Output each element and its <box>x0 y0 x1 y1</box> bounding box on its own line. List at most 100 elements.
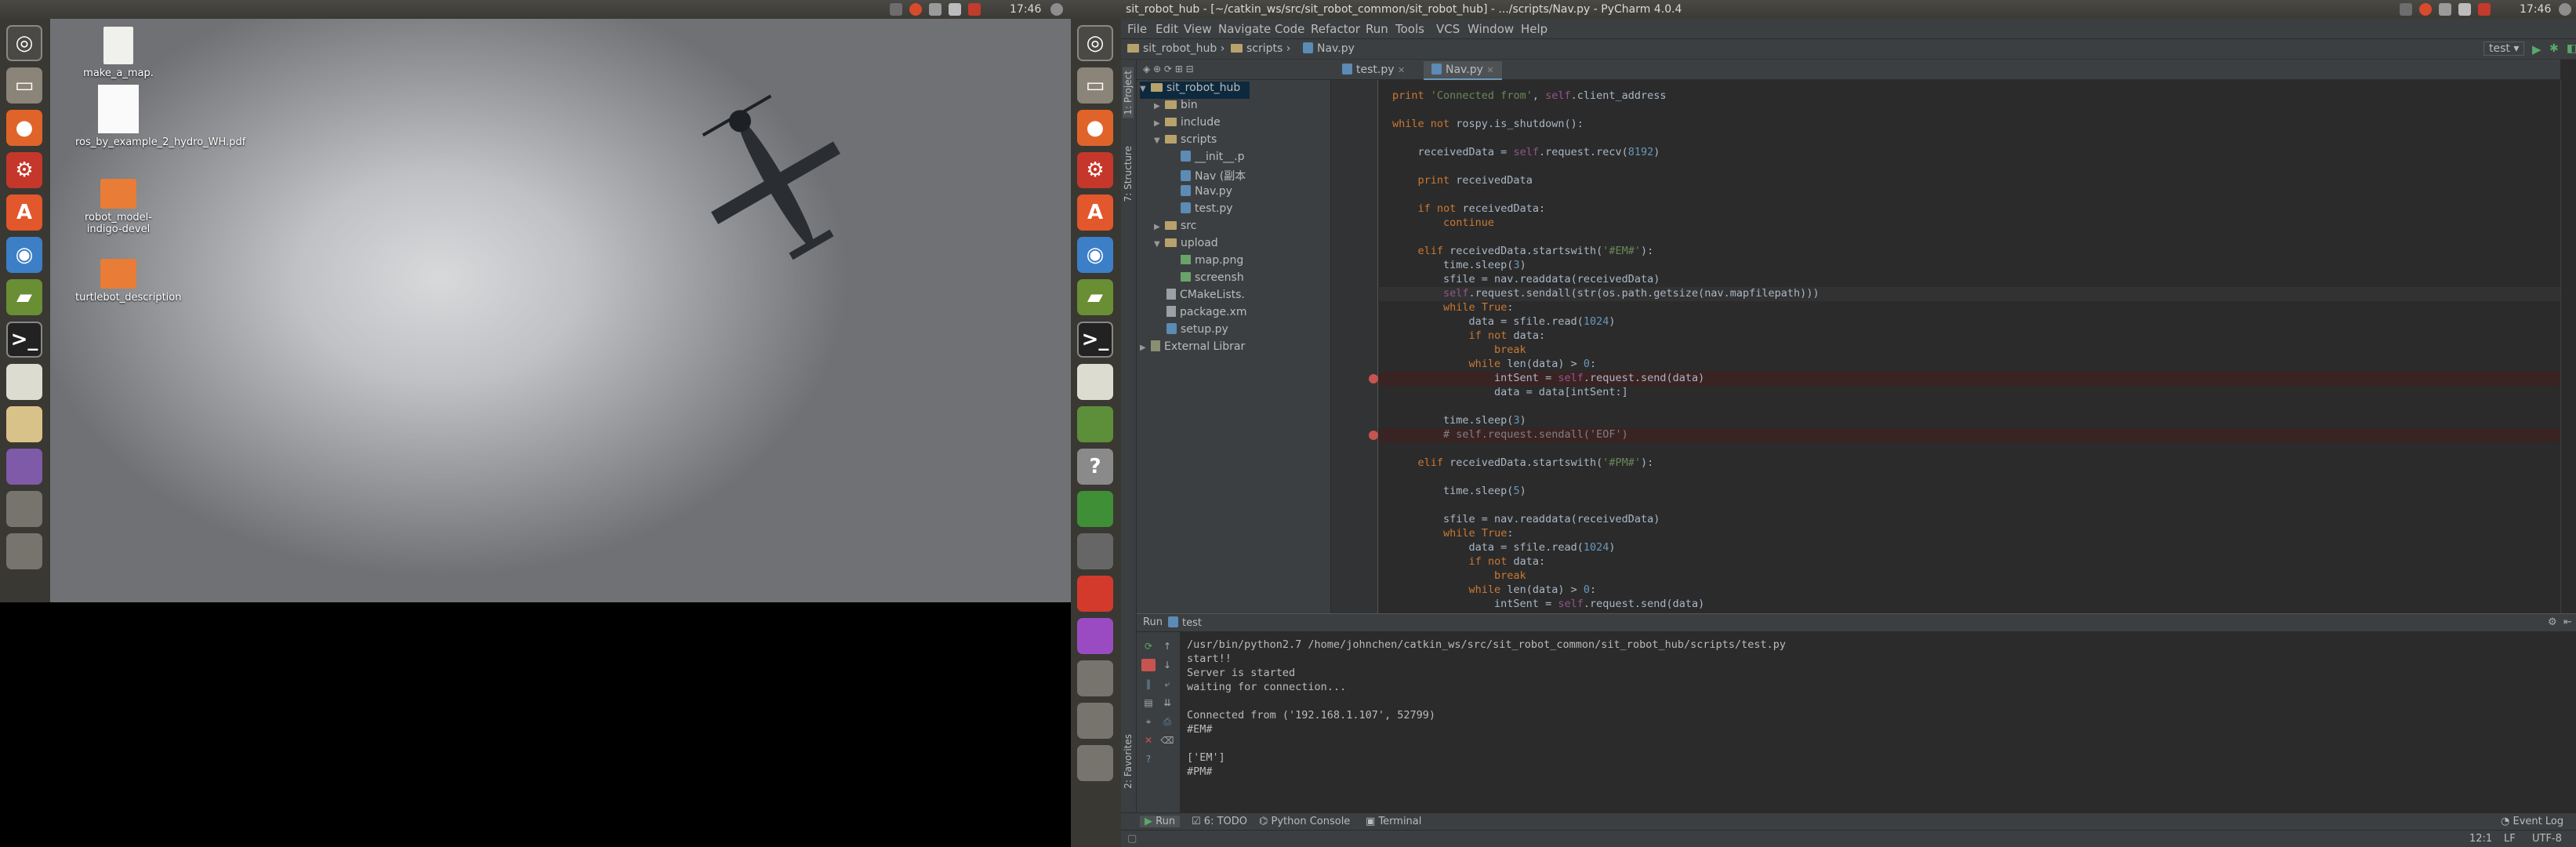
code-line[interactable]: time.sleep(3) <box>1392 259 1526 273</box>
tree-item-include[interactable]: ▶ include <box>1154 116 1221 133</box>
pause-icon[interactable]: ‖ <box>1141 678 1156 690</box>
menu-file[interactable]: File <box>1127 22 1147 36</box>
update-icon[interactable] <box>909 3 922 16</box>
terminal-tool-tab[interactable]: ▣ Terminal <box>1366 816 1421 827</box>
help-icon[interactable]: ? <box>1077 449 1113 485</box>
tree-item-screenshot[interactable]: screensh <box>1181 271 1246 289</box>
code-line[interactable]: sfile = nav.readdata(receivedData) <box>1392 273 1660 287</box>
power-icon[interactable] <box>2559 3 2571 16</box>
chromium-icon[interactable]: ◉ <box>1077 237 1113 273</box>
breakpoint-icon[interactable] <box>1369 431 1378 440</box>
code-line[interactable]: print receivedData <box>1392 174 1533 188</box>
battery-icon[interactable] <box>949 3 961 16</box>
coverage-icon[interactable]: ◧ <box>2567 42 2576 55</box>
tree-item-init[interactable]: __init__.p <box>1181 151 1246 168</box>
code-line[interactable]: while len(data) > 0: <box>1392 358 1597 372</box>
run-config-select[interactable]: test ▾ <box>2483 42 2525 56</box>
tree-item-external-libraries[interactable]: ▶ External Librar <box>1140 340 1246 358</box>
clear-icon[interactable]: ⌫ <box>1160 734 1174 747</box>
text-editor-icon[interactable] <box>1077 364 1113 400</box>
code-line[interactable]: elif receivedData.startswith('#PM#'): <box>1392 456 1654 471</box>
help-icon[interactable]: ? <box>1141 753 1156 765</box>
restore-layout-icon[interactable]: ▤ <box>1141 696 1156 709</box>
hide-icon[interactable]: ⇤ <box>2563 616 2572 628</box>
terminal-icon[interactable]: >_ <box>1077 322 1113 358</box>
stop-icon[interactable] <box>1141 659 1156 671</box>
code-line[interactable]: break <box>1392 344 1526 358</box>
code-line[interactable]: data = sfile.read(1024) <box>1392 541 1616 555</box>
app-icon-2[interactable] <box>1077 618 1113 654</box>
clock[interactable]: 17:46 <box>2520 3 2551 16</box>
app-icon[interactable] <box>1077 576 1113 612</box>
terminal-icon[interactable]: >_ <box>6 322 42 358</box>
code-line[interactable]: while not rospy.is_shutdown(): <box>1392 118 1584 132</box>
up-arrow-icon[interactable]: ↑ <box>1160 640 1174 653</box>
print-icon[interactable]: ⎙ <box>1160 715 1174 728</box>
desktop-icon-make-a-map[interactable]: make_a_map. <box>75 27 161 79</box>
sound-muted-icon[interactable] <box>2478 3 2491 16</box>
files-icon[interactable]: ▭ <box>6 67 42 104</box>
settings-icon[interactable]: ⚙ <box>6 152 42 188</box>
software-center-icon[interactable]: A <box>6 194 42 231</box>
code-line[interactable]: # self.request.sendall('EOF') <box>1392 428 1628 442</box>
menu-vcs[interactable]: VCS <box>1436 22 1460 36</box>
software-center-icon[interactable]: A <box>1077 194 1113 231</box>
run-tool-tab[interactable]: ▶ Run <box>1140 816 1181 827</box>
code-line[interactable]: intSent = self.request.send(data) <box>1392 598 1704 612</box>
run-config-tab[interactable]: test <box>1168 616 1202 629</box>
workspace-icon-2[interactable] <box>1077 703 1113 739</box>
network-icon[interactable] <box>2400 3 2412 16</box>
code-line[interactable]: time.sleep(3) <box>1392 414 1526 428</box>
event-log-tab[interactable]: ◔ Event Log <box>2501 816 2563 827</box>
tree-item-map-png[interactable]: map.png <box>1181 254 1246 271</box>
book-icon[interactable]: ▰ <box>6 279 42 315</box>
breadcrumb-project[interactable]: sit_robot_hub › <box>1127 42 1225 55</box>
code-line[interactable]: time.sleep(5) <box>1392 485 1526 499</box>
code-line[interactable]: if not data: <box>1392 555 1546 569</box>
code-line[interactable]: data = sfile.read(1024) <box>1392 315 1616 329</box>
tree-item-cmakelists[interactable]: CMakeLists. <box>1166 289 1246 306</box>
code-line[interactable]: intSent = self.request.send(data) <box>1392 372 1704 386</box>
pin-icon[interactable]: ⌖ <box>1141 715 1156 728</box>
code-line[interactable]: continue <box>1392 216 1494 231</box>
code-line[interactable]: if not receivedData: <box>1392 202 1546 216</box>
tree-item-nav[interactable]: Nav.py <box>1181 185 1232 202</box>
tree-item-package[interactable]: package.xm <box>1166 306 1246 323</box>
code-line[interactable]: while len(data) > 0: <box>1392 583 1597 598</box>
python-console-tab[interactable]: ⌬ Python Console <box>1259 816 1350 827</box>
menu-tools[interactable]: Tools <box>1395 22 1424 36</box>
line-separator[interactable]: LF <box>2504 833 2516 845</box>
structure-side-tab[interactable]: 7: Structure <box>1123 146 1134 202</box>
pycharm-icon[interactable] <box>1077 491 1113 527</box>
chromium-icon[interactable]: ◉ <box>6 237 42 273</box>
menu-refactor[interactable]: Refactor <box>1311 22 1360 36</box>
menu-edit[interactable]: Edit <box>1156 22 1178 36</box>
power-icon[interactable] <box>1050 3 1063 16</box>
run-console[interactable]: /usr/bin/python2.7 /home/johnchen/catkin… <box>1181 632 2576 812</box>
tree-item-upload[interactable]: ▼ upload <box>1154 237 1218 254</box>
menu-window[interactable]: Window <box>1468 22 1514 36</box>
firefox-icon[interactable]: ● <box>1077 110 1113 146</box>
sound-muted-icon[interactable] <box>968 3 981 16</box>
down-arrow-icon[interactable]: ↓ <box>1160 659 1174 671</box>
book-icon[interactable]: ▰ <box>1077 279 1113 315</box>
battery-icon[interactable] <box>2458 3 2471 16</box>
rerun-icon[interactable]: ⟳ <box>1141 640 1156 653</box>
editor-scrollbar[interactable] <box>2560 80 2576 613</box>
desktop-icon-ros-pdf[interactable]: ros_by_example_2_hydro_WH.pdf <box>75 85 245 148</box>
dash-icon[interactable]: ◎ <box>1077 25 1113 61</box>
calculator-icon[interactable] <box>1077 533 1113 569</box>
network-icon[interactable] <box>890 3 902 16</box>
desktop-icon-robot-model[interactable]: robot_model-indigo-devel <box>75 179 161 235</box>
menu-navigate[interactable]: Navigate <box>1218 22 1271 36</box>
clock[interactable]: 17:46 <box>1010 3 1041 16</box>
code-line[interactable]: break <box>1392 569 1526 583</box>
menu-run[interactable]: Run <box>1366 22 1388 36</box>
trash-icon[interactable] <box>1077 745 1113 781</box>
bluetooth-icon[interactable] <box>2439 3 2451 16</box>
soft-wrap-icon[interactable]: ⤶ <box>1160 678 1174 690</box>
tree-item-root[interactable]: ▼ sit_robot_hub <box>1140 82 1250 99</box>
code-line[interactable]: elif receivedData.startswith('#EM#'): <box>1392 245 1654 259</box>
code-line[interactable]: if not data: <box>1392 329 1546 344</box>
code-line[interactable]: self.request.sendall(str(os.path.getsize… <box>1392 287 1820 301</box>
